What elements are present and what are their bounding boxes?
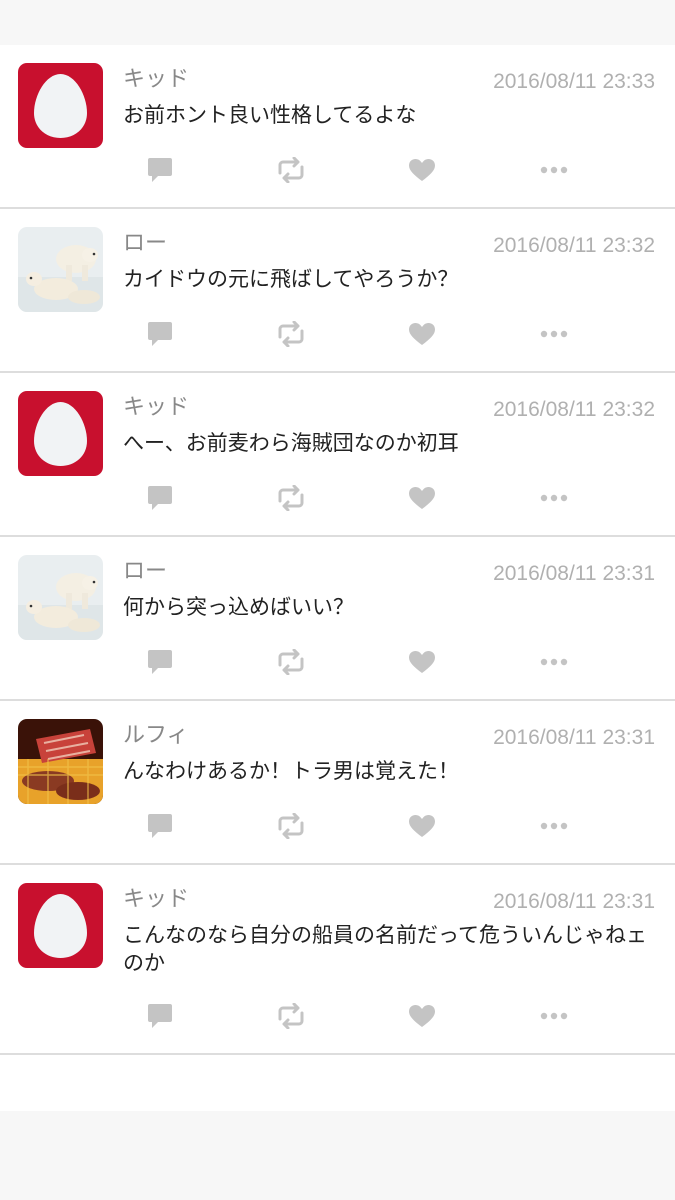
reply-icon[interactable] — [144, 647, 176, 677]
reply-icon[interactable] — [144, 155, 176, 185]
author-name[interactable]: ロー — [123, 557, 167, 587]
timestamp: 2016/08/11 23:33 — [493, 70, 655, 93]
like-icon[interactable] — [406, 483, 438, 513]
more-icon[interactable] — [538, 319, 570, 349]
author-name[interactable]: ルフィ — [123, 721, 189, 751]
reply-icon[interactable] — [144, 483, 176, 513]
polar-bear-avatar[interactable] — [18, 555, 103, 640]
tweet-item[interactable]: ロー 2016/08/11 23:32 カイドウの元に飛ばしてやろうか？ — [0, 209, 675, 373]
tweet-text: お前ホント良い性格してるよな — [123, 103, 417, 127]
timeline-feed: キッド 2016/08/11 23:33 お前ホント良い性格してるよな ロー 2… — [0, 45, 675, 1111]
tweet-item[interactable]: ロー 2016/08/11 23:31 何から突っ込めばいい？ — [0, 537, 675, 701]
tweet-actions — [0, 811, 675, 841]
retweet-icon[interactable] — [275, 647, 307, 677]
tweet-text: こんなのなら自分の船員の名前だって危ういんじゃねェのか — [123, 923, 647, 975]
author-name[interactable]: キッド — [123, 885, 189, 915]
tweet-item[interactable]: キッド 2016/08/11 23:31 こんなのなら自分の船員の名前だって危う… — [0, 865, 675, 1055]
tweet-actions — [0, 155, 675, 185]
tweet-text: カイドウの元に飛ばしてやろうか？ — [123, 267, 459, 291]
timestamp: 2016/08/11 23:31 — [493, 726, 655, 749]
red-egg-avatar[interactable] — [18, 883, 103, 968]
like-icon[interactable] — [406, 811, 438, 841]
more-icon[interactable] — [538, 483, 570, 513]
tweet-item[interactable]: キッド 2016/08/11 23:33 お前ホント良い性格してるよな — [0, 45, 675, 209]
red-egg-avatar[interactable] — [18, 391, 103, 476]
grilled-meat-avatar[interactable] — [18, 719, 103, 804]
like-icon[interactable] — [406, 155, 438, 185]
timestamp: 2016/08/11 23:31 — [493, 562, 655, 585]
polar-bear-avatar[interactable] — [18, 227, 103, 312]
tweet-actions — [0, 483, 675, 513]
author-name[interactable]: キッド — [123, 65, 189, 95]
tweet-item[interactable]: ルフィ 2016/08/11 23:31 んなわけあるか！トラ男は覚えた！ — [0, 701, 675, 865]
like-icon[interactable] — [406, 647, 438, 677]
more-icon[interactable] — [538, 811, 570, 841]
tweet-actions — [0, 319, 675, 349]
more-icon[interactable] — [538, 1001, 570, 1031]
tweet-actions — [0, 1001, 675, 1031]
reply-icon[interactable] — [144, 811, 176, 841]
tweet-actions — [0, 647, 675, 677]
timestamp: 2016/08/11 23:31 — [493, 890, 655, 913]
retweet-icon[interactable] — [275, 155, 307, 185]
author-name[interactable]: キッド — [123, 393, 189, 423]
tweet-text: んなわけあるか！トラ男は覚えた！ — [123, 759, 459, 783]
like-icon[interactable] — [406, 319, 438, 349]
retweet-icon[interactable] — [275, 483, 307, 513]
timestamp: 2016/08/11 23:32 — [493, 234, 655, 257]
tweet-item[interactable]: キッド 2016/08/11 23:32 へー、お前麦わら海賊団なのか初耳 — [0, 373, 675, 537]
reply-icon[interactable] — [144, 1001, 176, 1031]
timestamp: 2016/08/11 23:32 — [493, 398, 655, 421]
reply-icon[interactable] — [144, 319, 176, 349]
more-icon[interactable] — [538, 647, 570, 677]
like-icon[interactable] — [406, 1001, 438, 1031]
tweet-text: へー、お前麦わら海賊団なのか初耳 — [123, 431, 459, 455]
more-icon[interactable] — [538, 155, 570, 185]
retweet-icon[interactable] — [275, 811, 307, 841]
retweet-icon[interactable] — [275, 319, 307, 349]
tweet-text: 何から突っ込めばいい？ — [123, 595, 354, 619]
author-name[interactable]: ロー — [123, 229, 167, 259]
retweet-icon[interactable] — [275, 1001, 307, 1031]
red-egg-avatar[interactable] — [18, 63, 103, 148]
feed-bottom-spacer — [0, 1055, 675, 1111]
